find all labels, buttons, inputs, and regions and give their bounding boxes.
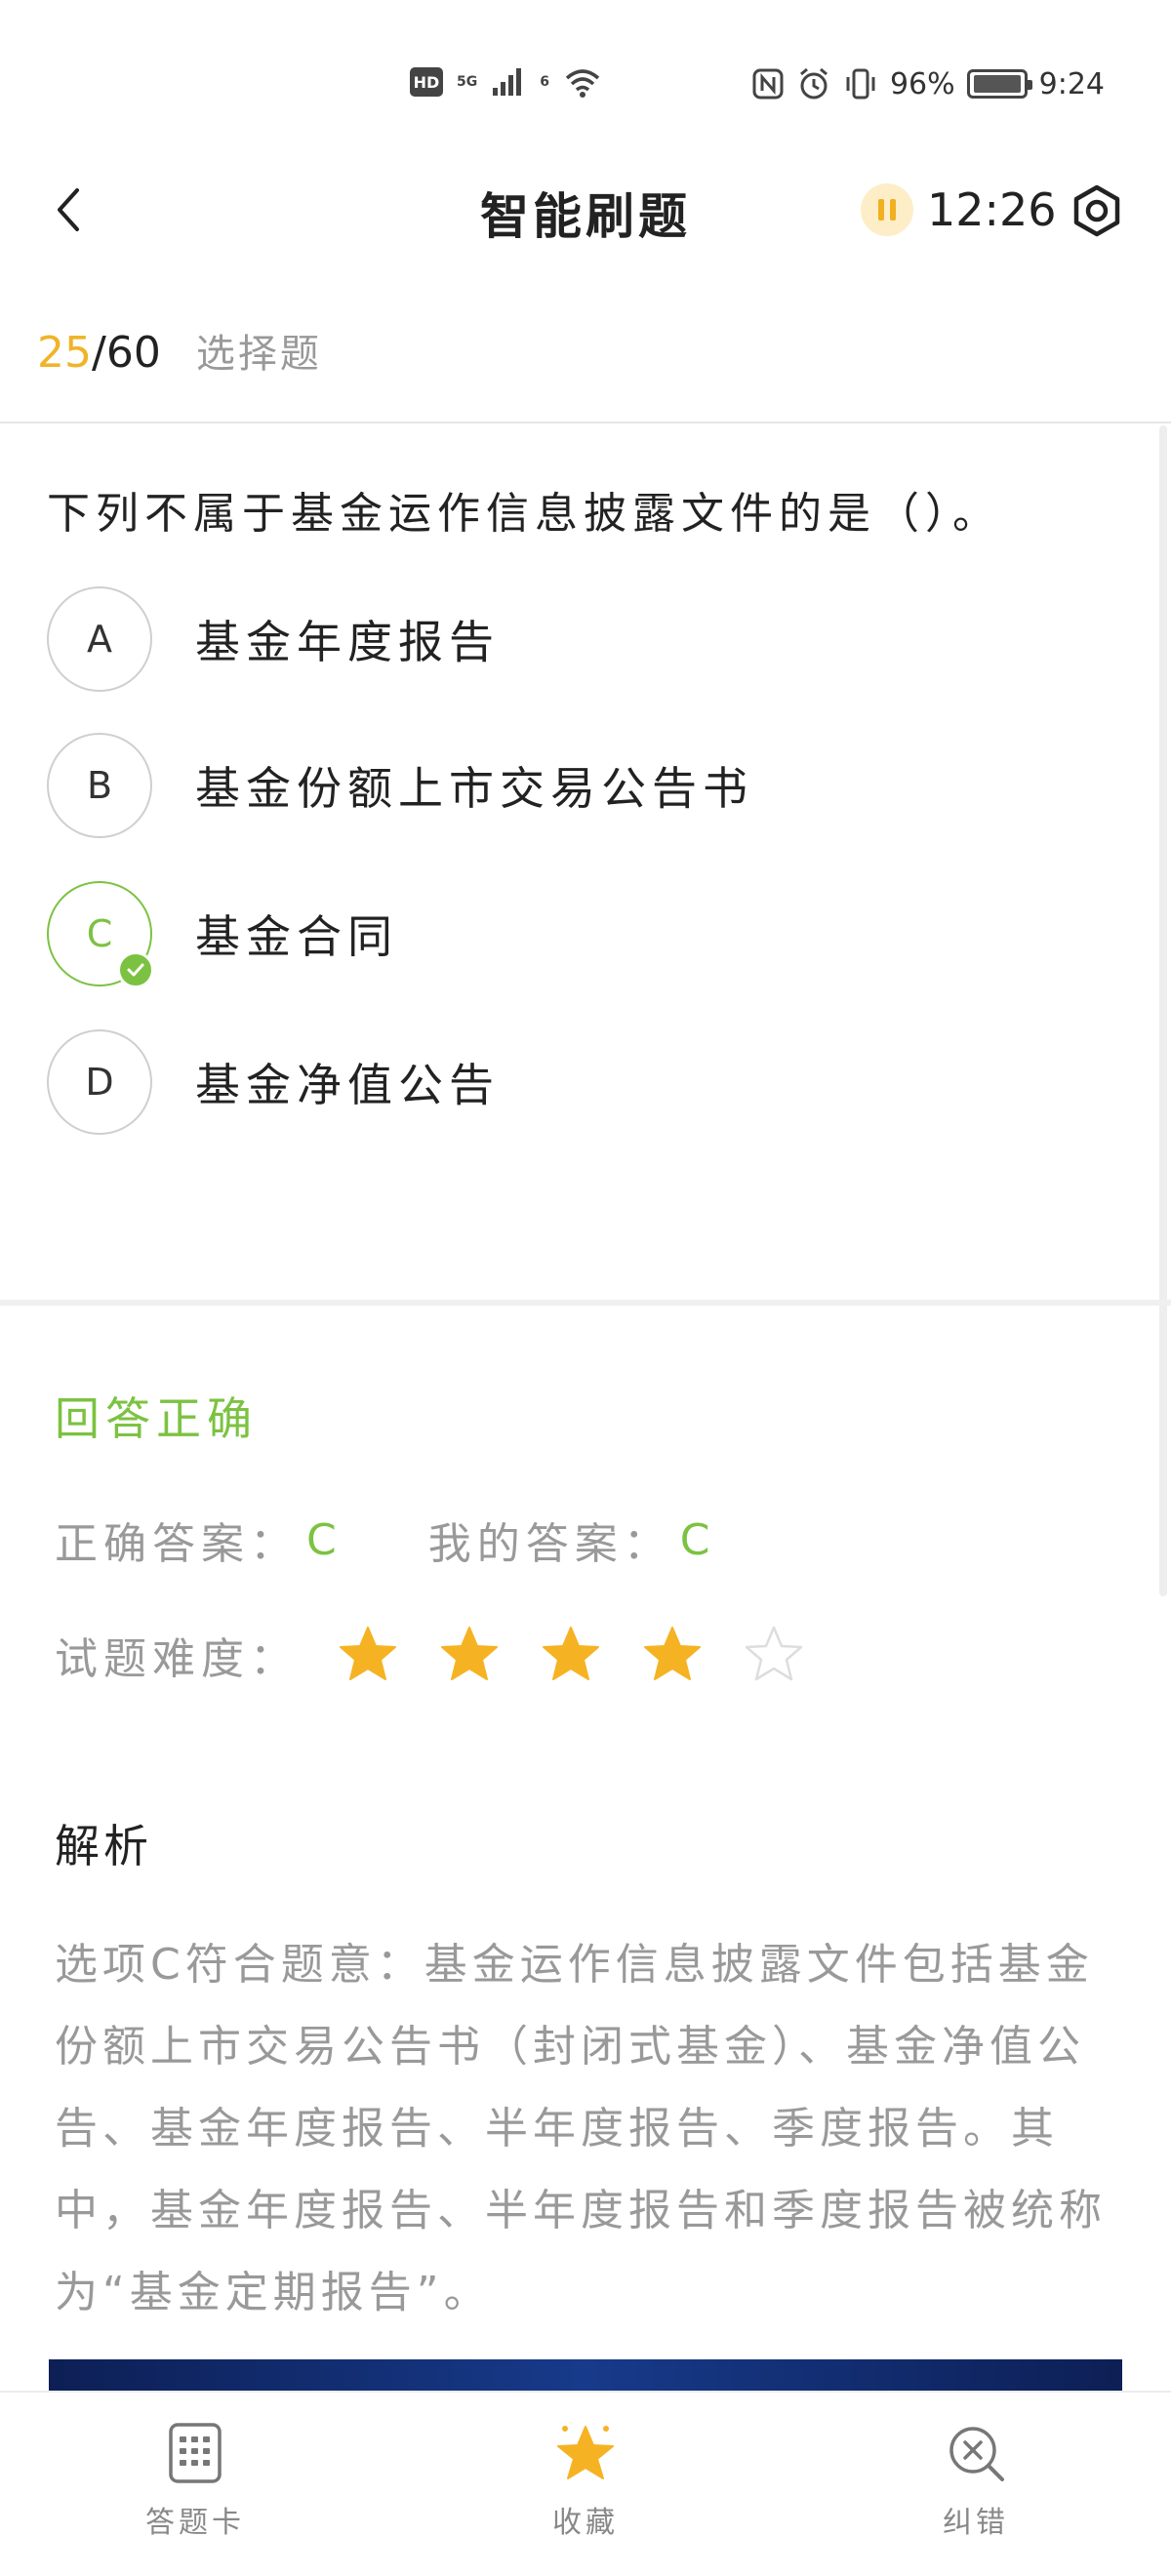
option-letter: D [47, 1029, 152, 1135]
question-progress: 25 / 60 选择题 [37, 322, 322, 379]
header: 智能刷题 12:26 [0, 156, 1171, 263]
option-letter: A [47, 586, 152, 692]
option-letter-selected: C [47, 881, 154, 988]
check-icon [117, 951, 154, 988]
battery-percent: 96% [889, 66, 955, 101]
tab-label: 纠错 [943, 2506, 1009, 2540]
pause-icon[interactable] [861, 183, 913, 236]
option-letter: B [47, 733, 152, 838]
star-filled-icon [644, 1627, 701, 1680]
correct-answer-label: 正确答案： [55, 1519, 299, 1569]
section-divider [0, 1300, 1171, 1306]
battery-icon [966, 69, 1032, 99]
option-text: 基金合同 [195, 910, 398, 963]
star-filled-icon [543, 1627, 599, 1680]
timer-text: 12:26 [927, 183, 1057, 236]
current-question-number: 25 [37, 328, 92, 378]
status-bar: HD 5G 6 96% 9:24 [0, 0, 1171, 156]
star-filled-icon [441, 1627, 498, 1680]
analysis-title: 解析 [55, 1820, 152, 1872]
difficulty-label: 试题难度： [55, 1634, 299, 1684]
question-type: 选择题 [195, 332, 322, 377]
difficulty-row: 试题难度： [55, 1624, 804, 1686]
option-b[interactable]: B 基金份额上市交易公告书 [47, 732, 1120, 839]
option-text: 基金份额上市交易公告书 [195, 762, 753, 815]
settings-button[interactable] [1068, 181, 1126, 240]
option-text: 基金年度报告 [195, 616, 500, 668]
my-answer-label: 我的答案： [427, 1519, 672, 1569]
my-answer-value: C [679, 1514, 716, 1565]
answer-card-icon [160, 2418, 230, 2488]
option-a[interactable]: A 基金年度报告 [47, 585, 1120, 693]
option-text: 基金净值公告 [195, 1059, 500, 1111]
option-letter-text: C [86, 912, 113, 955]
difficulty-stars [338, 1625, 804, 1685]
total-questions: 60 [105, 328, 161, 378]
wifi-icon [565, 69, 600, 98]
star-empty-icon [745, 1626, 803, 1681]
nfc-icon [752, 68, 784, 100]
settings-icon [1073, 184, 1120, 237]
progress-separator: / [92, 328, 106, 378]
timer[interactable]: 12:26 [861, 183, 1057, 236]
wifi-version: 6 [540, 74, 549, 90]
star-icon [550, 2418, 621, 2488]
option-c[interactable]: C 基金合同 [47, 880, 1120, 988]
question-text: 下列不属于基金运作信息披露文件的是（）。 [47, 489, 1001, 539]
status-left: HD 5G 6 [410, 66, 602, 98]
clock: 9:24 [1038, 66, 1105, 101]
tab-report-error[interactable]: 纠错 [878, 2418, 1073, 2541]
correct-answer-value: C [306, 1514, 343, 1565]
alarm-icon [799, 67, 828, 100]
tab-label: 收藏 [552, 2506, 619, 2540]
answer-row: 正确答案： C 我的答案： C [55, 1509, 715, 1571]
option-d[interactable]: D 基金净值公告 [47, 1028, 1120, 1136]
tab-answer-card[interactable]: 答题卡 [98, 2418, 293, 2541]
tab-label: 答题卡 [145, 2506, 245, 2540]
star-filled-icon [340, 1627, 396, 1680]
network-type: 5G [457, 74, 478, 90]
hd-icon: HD [410, 67, 443, 97]
divider [0, 422, 1171, 423]
result-status: 回答正确 [55, 1392, 258, 1445]
bottom-tab-bar: 答题卡 收藏 纠错 [0, 2391, 1171, 2576]
tab-favorite[interactable]: 收藏 [488, 2418, 683, 2541]
signal-icon [493, 68, 522, 96]
analysis-text: 选项C符合题意：基金运作信息披露文件包括基金份额上市交易公告书（封闭式基金）、基… [55, 1940, 1107, 2317]
error-search-icon [941, 2418, 1011, 2488]
vibrate-icon [846, 68, 875, 100]
scrollbar[interactable] [1159, 425, 1167, 1596]
status-right: 96% 9:24 [751, 66, 1105, 101]
banner-image[interactable] [49, 2359, 1122, 2393]
